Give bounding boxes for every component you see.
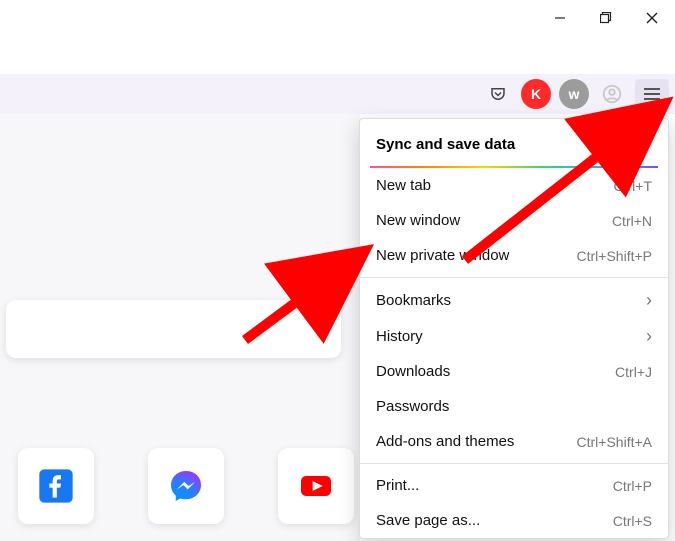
signin-button[interactable]: Sign in: [589, 133, 652, 156]
menu-item-shortcut: Ctrl+P: [613, 478, 652, 494]
pocket-icon[interactable]: [483, 79, 513, 109]
close-icon: [646, 12, 658, 24]
window-minimize-button[interactable]: [537, 0, 583, 36]
facebook-icon: [36, 466, 76, 506]
top-sites: [18, 448, 354, 524]
menu-item-label: Passwords: [376, 398, 449, 415]
account-icon[interactable]: [597, 79, 627, 109]
menu-item-shortcut: Ctrl+S: [613, 513, 652, 529]
menu-item-label: New tab: [376, 177, 431, 194]
menu-item-label: Save page as...: [376, 512, 480, 529]
search-card[interactable]: [6, 300, 341, 358]
menu-separator: [360, 463, 668, 464]
menu-item-addons[interactable]: Add-ons and themes Ctrl+Shift+A: [360, 424, 668, 459]
extension-w-icon[interactable]: w: [559, 79, 589, 109]
menu-item-label: Add-ons and themes: [376, 433, 514, 450]
chevron-right-icon: ›: [646, 291, 652, 309]
menu-item-label: Bookmarks: [376, 292, 451, 309]
menu-item-downloads[interactable]: Downloads Ctrl+J: [360, 354, 668, 389]
menu-sync-header: Sync and save data Sign in: [360, 125, 668, 166]
menu-item-new-window[interactable]: New window Ctrl+N: [360, 203, 668, 238]
window-maximize-button[interactable]: [583, 0, 629, 36]
menu-item-label: Print...: [376, 477, 419, 494]
menu-item-label: History: [376, 328, 423, 345]
menu-item-new-private-window[interactable]: New private window Ctrl+Shift+P: [360, 238, 668, 273]
menu-item-shortcut: Ctrl+Shift+P: [577, 248, 652, 264]
youtube-icon: [296, 466, 336, 506]
menu-item-bookmarks[interactable]: Bookmarks ›: [360, 282, 668, 318]
menu-item-label: New private window: [376, 247, 509, 264]
menu-item-label: Downloads: [376, 363, 450, 380]
chevron-right-icon: ›: [646, 327, 652, 345]
menu-item-print[interactable]: Print... Ctrl+P: [360, 468, 668, 503]
menu-item-passwords[interactable]: Passwords: [360, 389, 668, 424]
menu-item-shortcut: Ctrl+T: [614, 178, 653, 194]
menu-item-history[interactable]: History ›: [360, 318, 668, 354]
tile-youtube[interactable]: [278, 448, 354, 524]
menu-separator: [360, 277, 668, 278]
menu-item-new-tab[interactable]: New tab Ctrl+T: [360, 168, 668, 203]
window-close-button[interactable]: [629, 0, 675, 36]
tile-facebook[interactable]: [18, 448, 94, 524]
menu-item-shortcut: Ctrl+N: [612, 213, 652, 229]
application-menu-button[interactable]: [635, 79, 669, 109]
minimize-icon: [554, 12, 566, 24]
tile-messenger[interactable]: [148, 448, 224, 524]
application-menu: Sync and save data Sign in New tab Ctrl+…: [359, 118, 669, 539]
menu-item-label: New window: [376, 212, 460, 229]
browser-toolbar: K w: [0, 74, 675, 114]
menu-item-save-page-as[interactable]: Save page as... Ctrl+S: [360, 503, 668, 538]
maximize-icon: [600, 12, 612, 24]
hamburger-icon: [644, 93, 660, 95]
menu-sync-title: Sync and save data: [376, 136, 515, 153]
extension-k-icon[interactable]: K: [521, 79, 551, 109]
menu-item-shortcut: Ctrl+J: [615, 364, 652, 380]
menu-item-shortcut: Ctrl+Shift+A: [577, 434, 652, 450]
messenger-icon: [166, 466, 206, 506]
